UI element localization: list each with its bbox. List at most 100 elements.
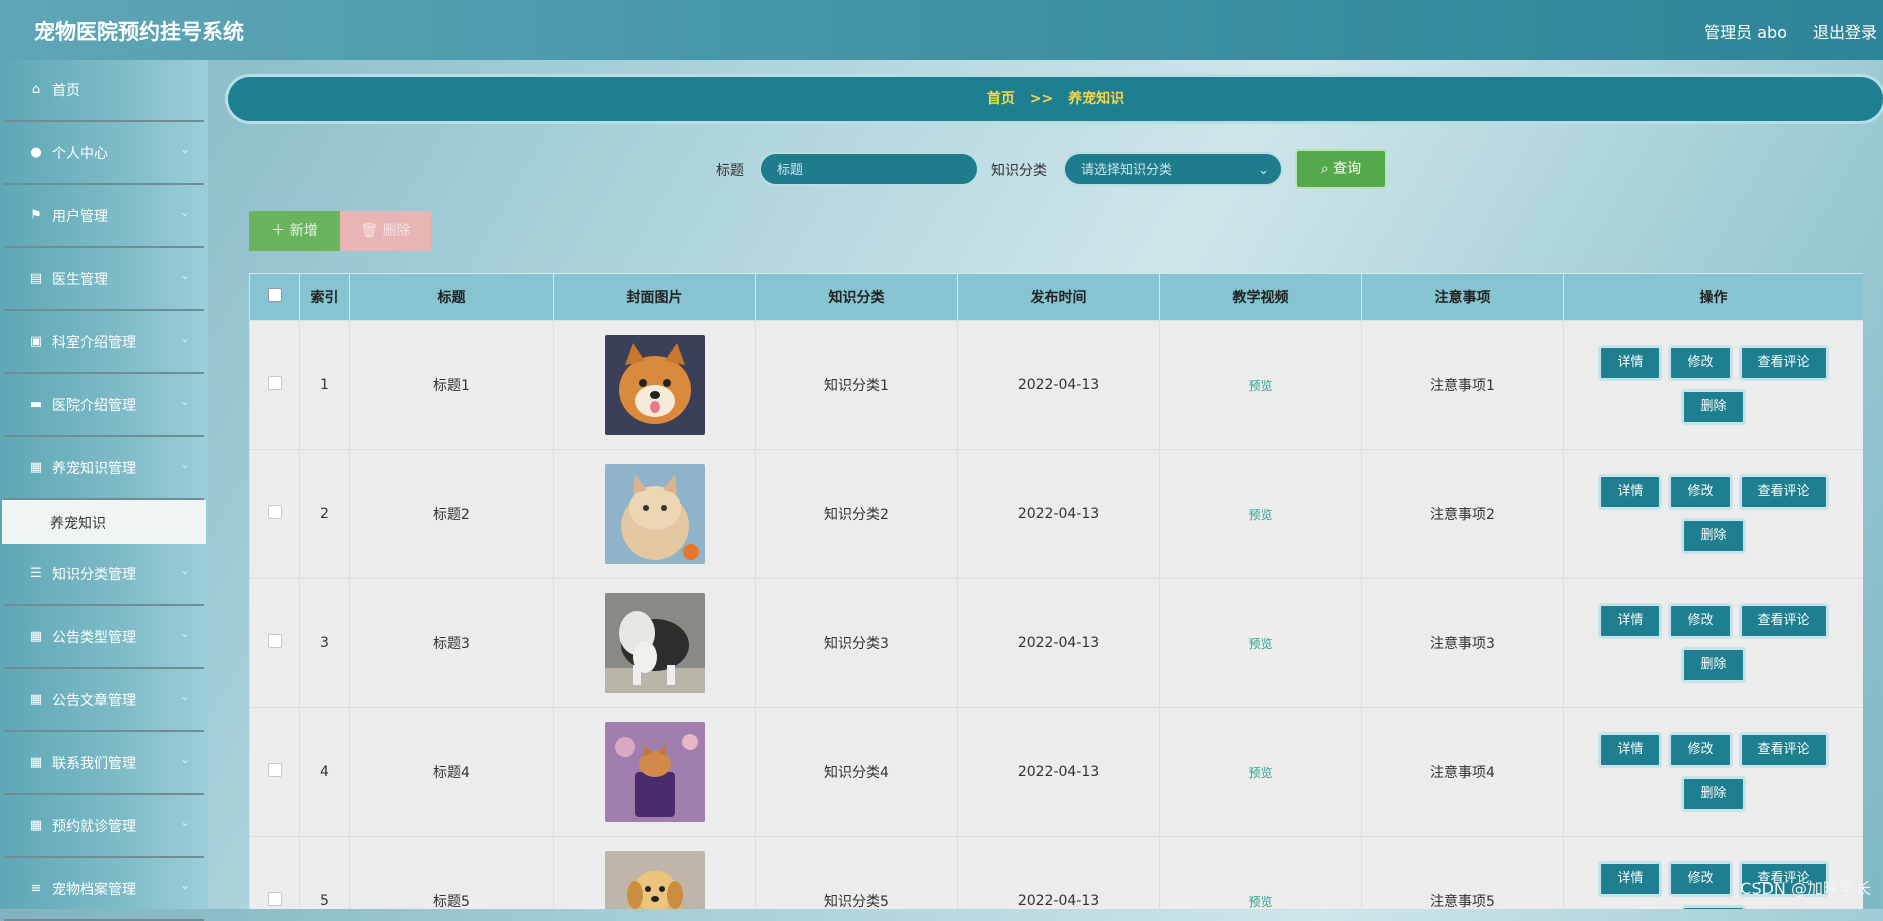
- video-preview-link[interactable]: 预览: [1248, 895, 1272, 909]
- sidebar-item-label: 养宠知识管理: [52, 461, 136, 477]
- sidebar-item-label: 医院介绍管理: [52, 398, 136, 414]
- title-search-input[interactable]: 标题: [759, 152, 979, 186]
- sidebar-item-label: 医生管理: [52, 272, 108, 288]
- delete-button[interactable]: 删除: [1681, 647, 1746, 683]
- cell-index: 5: [299, 836, 350, 909]
- sidebar-item-0[interactable]: ⌂ 首页: [4, 60, 204, 122]
- video-preview-link[interactable]: 预览: [1248, 637, 1272, 651]
- table-row: 4 标题4 知识分类4 2022-04-13 预览 注意事项4 详情 修改 查看评论 删除: [249, 707, 1863, 837]
- view-comments-button[interactable]: 查看评论: [1738, 732, 1829, 768]
- logout-link[interactable]: 退出登录: [1813, 19, 1877, 43]
- cell-date: 2022-04-13: [957, 836, 1160, 909]
- col-header-video: 教学视频: [1159, 273, 1362, 321]
- sidebar-item-11[interactable]: ▦ 预约就诊管理 ⌄: [4, 796, 204, 858]
- cell-video: 预览: [1159, 707, 1362, 837]
- table-row: 2 标题2 知识分类2 2022-04-13 预览 注意事项2 详情 修改 查看评论 删除: [249, 449, 1863, 579]
- cell-index: 2: [299, 449, 350, 579]
- chevron-down-icon: ⌄: [1258, 163, 1269, 178]
- col-header-ops: 操作: [1563, 273, 1863, 321]
- sidebar-item-7[interactable]: ☰ 知识分类管理 ⌄: [4, 544, 204, 606]
- breadcrumb-home[interactable]: 首页: [987, 91, 1015, 107]
- edit-button[interactable]: 修改: [1668, 603, 1733, 639]
- row-checkbox-cell: [249, 836, 300, 909]
- delete-button[interactable]: 删除: [1681, 905, 1746, 909]
- row-checkbox[interactable]: [267, 634, 282, 648]
- user-icon: ●: [30, 145, 42, 160]
- sidebar-item-2[interactable]: ⚑ 用户管理 ⌄: [4, 186, 204, 248]
- video-preview-link[interactable]: 预览: [1248, 508, 1272, 522]
- cell-index: 3: [299, 578, 350, 708]
- grid-icon: ▦: [29, 460, 43, 475]
- table-row: 5标题5知识分类52022-04-13预览注意事项5详情修改查看评论删除: [249, 836, 1863, 909]
- video-preview-link[interactable]: 预览: [1248, 766, 1272, 780]
- delete-button[interactable]: 删除: [1681, 776, 1746, 812]
- row-checkbox-cell: [249, 320, 300, 450]
- row-checkbox[interactable]: [267, 763, 282, 777]
- app-title: 宠物医院预约挂号系统: [34, 20, 244, 44]
- watermark: CSDN @加映学长: [1740, 879, 1871, 898]
- view-comments-button[interactable]: 查看评论: [1738, 474, 1829, 510]
- view-comments-button[interactable]: 查看评论: [1738, 603, 1829, 639]
- sidebar-item-3[interactable]: ▤ 医生管理 ⌄: [4, 249, 204, 311]
- view-comments-button[interactable]: 查看评论: [1738, 345, 1829, 381]
- breadcrumb-current: 养宠知识: [1068, 91, 1125, 107]
- row-checkbox[interactable]: [267, 505, 282, 519]
- select-all-checkbox[interactable]: [267, 288, 282, 302]
- delete-button[interactable]: 删除: [1681, 389, 1746, 425]
- cell-title: 标题3: [349, 578, 554, 708]
- cell-note: 注意事项3: [1361, 578, 1564, 708]
- sidebar-item-label: 科室介绍管理: [52, 335, 136, 351]
- edit-button[interactable]: 修改: [1668, 345, 1733, 381]
- chevron-down-icon: ⌄: [179, 752, 190, 766]
- search-button[interactable]: ⌕ 查询: [1295, 149, 1387, 189]
- sidebar-item-8[interactable]: ▦ 公告类型管理 ⌄: [4, 607, 204, 669]
- cell-ops: 详情修改查看评论删除: [1563, 320, 1863, 450]
- sidebar-item-label: 知识分类管理: [52, 567, 136, 583]
- clipboard-icon: ▤: [29, 271, 43, 286]
- cell-cover: [553, 578, 756, 708]
- row-checkbox[interactable]: [267, 892, 282, 906]
- detail-button[interactable]: 详情: [1598, 603, 1663, 639]
- video-preview-link[interactable]: 预览: [1248, 379, 1272, 393]
- add-button[interactable]: ＋ 新增: [249, 211, 340, 251]
- sidebar-item-6[interactable]: ▦ 养宠知识管理 ⌄: [4, 438, 204, 500]
- sidebar-item-label: 用户管理: [52, 209, 108, 225]
- cell-category: 知识分类1: [755, 320, 958, 450]
- row-checkbox[interactable]: [267, 376, 282, 390]
- cell-ops: 详情修改查看评论删除: [1563, 449, 1863, 579]
- batch-delete-button[interactable]: 🗑 删除: [340, 211, 431, 251]
- sidebar-item-label: 联系我们管理: [52, 756, 136, 772]
- sidebar-item-1[interactable]: ● 个人中心 ⌄: [4, 123, 204, 185]
- sidebar-item-9[interactable]: ▦ 公告文章管理 ⌄: [4, 670, 204, 732]
- detail-button[interactable]: 详情: [1598, 474, 1663, 510]
- detail-button[interactable]: 详情: [1598, 732, 1663, 768]
- trash-icon: 🗑: [360, 223, 379, 239]
- detail-button[interactable]: 详情: [1598, 345, 1663, 381]
- table-row: 1 标题1 知识分类1 2022-04-13 预览 注意事项1 详情 修改 查看评论 删除: [249, 320, 1863, 450]
- edit-button[interactable]: 修改: [1668, 732, 1733, 768]
- sidebar-subitem-pet-knowledge[interactable]: 养宠知识: [2, 500, 206, 544]
- cell-category: 知识分类4: [755, 707, 958, 837]
- sidebar-item-10[interactable]: ▦ 联系我们管理 ⌄: [4, 733, 204, 795]
- sidebar-item-label: 预约就诊管理: [52, 819, 136, 835]
- home-icon: ⌂: [31, 82, 41, 97]
- sidebar-item-label: 公告类型管理: [52, 630, 136, 646]
- chevron-down-icon: ⌄: [179, 205, 190, 219]
- sidebar-item-4[interactable]: ▣ 科室介绍管理 ⌄: [4, 312, 204, 374]
- row-checkbox-cell: [249, 578, 300, 708]
- edit-button[interactable]: 修改: [1668, 861, 1733, 897]
- category-select[interactable]: 请选择知识分类 ⌄: [1063, 152, 1283, 186]
- sidebar-item-label: 个人中心: [52, 146, 108, 162]
- cover-image: [604, 593, 705, 693]
- sidebar-item-5[interactable]: ▬ 医院介绍管理 ⌄: [4, 375, 204, 437]
- col-header-index: 索引: [299, 273, 350, 321]
- select-all-cell: [249, 273, 300, 321]
- cell-title: 标题2: [349, 449, 554, 579]
- sidebar-item-12[interactable]: ≡ 宠物档案管理 ⌄: [4, 859, 204, 921]
- cover-image: [604, 464, 705, 564]
- cell-index: 1: [299, 320, 350, 450]
- add-button-label: 新增: [289, 223, 318, 239]
- edit-button[interactable]: 修改: [1668, 474, 1733, 510]
- detail-button[interactable]: 详情: [1598, 861, 1663, 897]
- delete-button[interactable]: 删除: [1681, 518, 1746, 554]
